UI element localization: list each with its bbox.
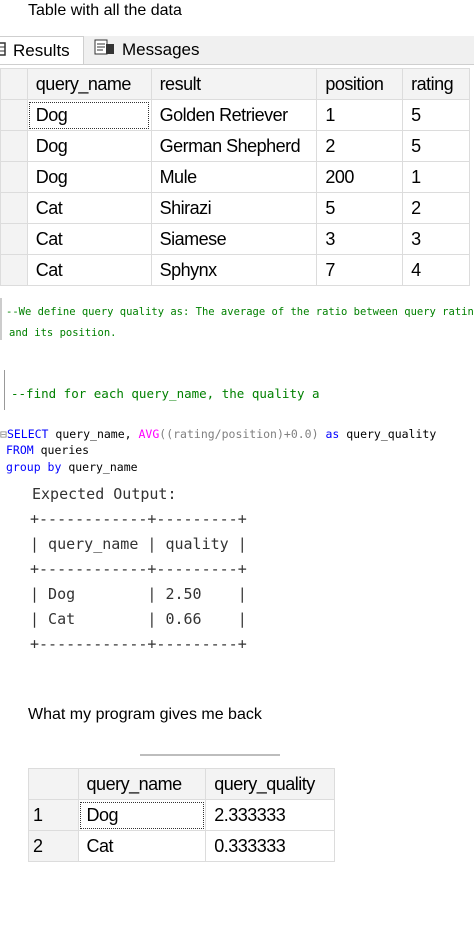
column-header-position[interactable]: position [316,68,404,100]
cell[interactable]: Cat [26,254,152,286]
grid-icon [0,41,7,61]
caption-table-all-data: Table with all the data [28,2,182,19]
sql-line-group-by: group by query_name [6,459,138,475]
cell[interactable]: German Shepherd [150,130,318,162]
messages-icon [94,38,116,61]
cell[interactable]: 2 [402,192,470,224]
sql-keyword-from: FROM [6,443,34,457]
collapse-marker[interactable]: ⊟ [0,427,7,441]
cell[interactable]: Siamese [150,223,318,255]
cell[interactable]: Dog [26,161,152,193]
expected-output-title: Expected Output: [32,485,177,503]
table-row[interactable]: Cat Sphynx 7 4 [0,254,470,286]
expected-row-dog: | Dog | 2.50 | [30,585,247,603]
tab-messages[interactable]: Messages [90,36,218,63]
cell[interactable]: 3 [316,223,404,255]
sql-line-select: ⊟SELECT query_name, AVG((rating/position… [0,426,436,442]
comment-find-quality: --find for each query_name, the quality … [11,386,320,401]
cropped-toolbar-edge [140,754,280,756]
tab-results-label: Results [13,40,70,60]
cell[interactable]: 3 [402,223,470,255]
column-header-result[interactable]: result [150,68,318,100]
sql-keyword-select: SELECT [6,427,49,441]
row-header[interactable] [0,99,28,131]
cell[interactable]: 5 [402,130,470,162]
row-header-corner [28,768,79,800]
cell[interactable]: 4 [402,254,470,286]
sql-keyword-group-by: group by [6,460,62,474]
cell[interactable]: 7 [316,254,404,286]
editor-margin-line [0,298,2,340]
row-number[interactable]: 1 [28,799,79,831]
table-row[interactable]: 2 Cat 0.333333 [28,830,335,862]
sql-avg-expression: ((rating/position)+0.0) [159,427,326,441]
sql-function-avg: AVG [138,427,160,441]
column-header-rating[interactable]: rating [402,68,470,100]
expected-border-mid: +------------+---------+ [30,560,247,578]
row-header-corner [0,68,28,100]
row-header[interactable] [0,254,28,286]
results-tab-bar: Results Messages [0,36,474,65]
sql-group-column: query_name [61,460,138,474]
cell[interactable]: Cat [77,830,207,862]
cell[interactable]: 0.333333 [205,830,335,862]
cell[interactable]: 2.333333 [205,799,335,831]
output-grid: query_name query_quality 1 Dog 2.333333 … [28,768,335,862]
sql-alias: query_quality [339,427,437,441]
sql-from-table: queries [33,443,90,457]
cell[interactable]: 5 [316,192,404,224]
cell[interactable]: 200 [316,161,404,193]
cell[interactable]: 2 [316,130,404,162]
comment-definition-line2: and its position. [9,327,117,339]
table-row[interactable]: Cat Siamese 3 3 [0,223,470,255]
expected-border-top: +------------+---------+ [30,510,247,528]
cell[interactable]: Cat [26,192,152,224]
row-header[interactable] [0,192,28,224]
expected-row-cat: | Cat | 0.66 | [30,610,247,628]
sql-select-columns: query_name, [48,427,139,441]
editor-margin-line [4,370,5,410]
cell[interactable]: Golden Retriever [150,99,318,131]
header-row: query_name result position rating [0,68,470,100]
cell[interactable]: Shirazi [150,192,318,224]
cell[interactable]: Mule [150,161,318,193]
table-row[interactable]: Dog Mule 200 1 [0,161,470,193]
column-header-query-quality[interactable]: query_quality [205,768,335,800]
sql-line-from: FROM queries [6,442,89,458]
caption-program-output: What my program gives me back [28,706,262,723]
column-header-query-name[interactable]: query_name [77,768,207,800]
comment-definition-line1: --We define query quality as: The averag… [6,306,474,318]
cell[interactable]: Dog [26,99,152,131]
sql-keyword-as: as [325,427,340,441]
results-grid: query_name result position rating Dog Go… [0,68,470,286]
expected-border-bottom: +------------+---------+ [30,635,247,653]
cell[interactable]: 5 [402,99,470,131]
cell[interactable]: Dog [26,130,152,162]
row-number[interactable]: 2 [28,830,79,862]
expected-header: | query_name | quality | [30,535,247,553]
cell[interactable]: 1 [316,99,404,131]
row-header[interactable] [0,161,28,193]
row-header[interactable] [0,130,28,162]
table-row[interactable]: Cat Shirazi 5 2 [0,192,470,224]
table-row[interactable]: Dog German Shepherd 2 5 [0,130,470,162]
row-header[interactable] [0,223,28,255]
column-header-query-name[interactable]: query_name [26,68,152,100]
cell[interactable]: Dog [77,799,207,831]
cell[interactable]: 1 [402,161,470,193]
cell[interactable]: Cat [26,223,152,255]
tab-messages-label: Messages [122,39,200,59]
header-row: query_name query_quality [28,768,335,800]
table-row[interactable]: Dog Golden Retriever 1 5 [0,99,470,131]
table-row[interactable]: 1 Dog 2.333333 [28,799,335,831]
cell[interactable]: Sphynx [150,254,318,286]
tab-results[interactable]: Results [0,36,84,64]
